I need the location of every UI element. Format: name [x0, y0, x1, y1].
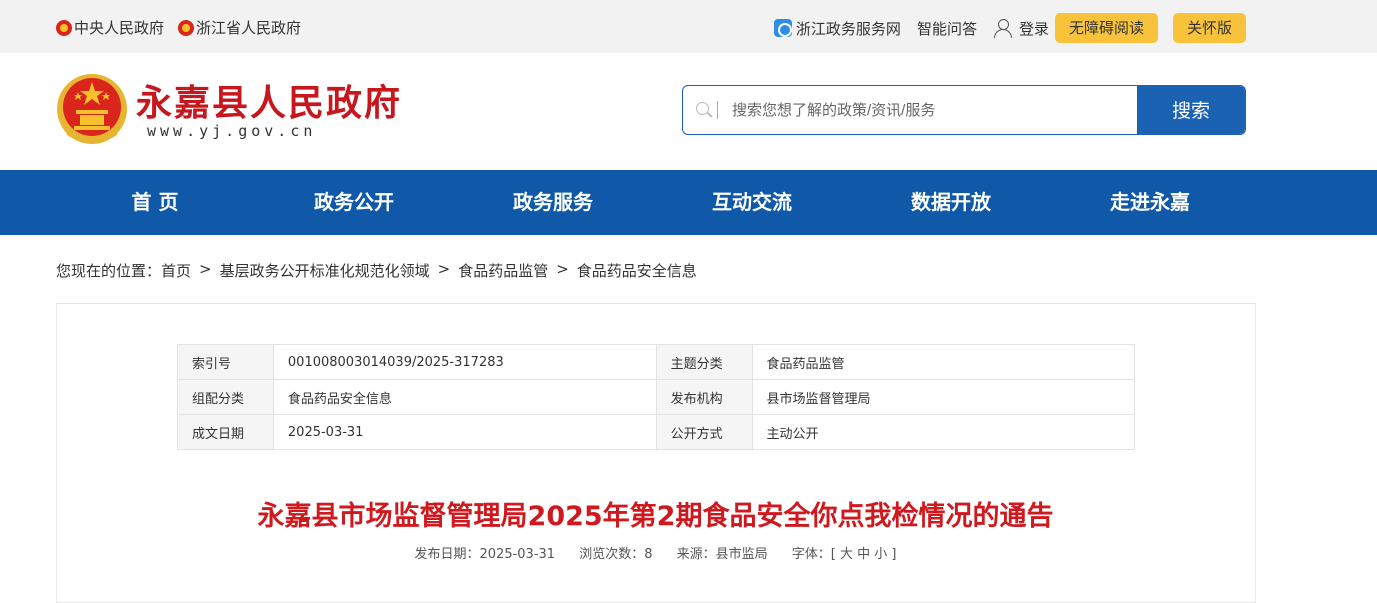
national-emblem-icon	[57, 74, 127, 144]
meta-key: 索引号	[177, 344, 274, 380]
breadcrumb-standardization[interactable]: 基层政务公开标准化规范化领域	[220, 260, 430, 281]
breadcrumb-prefix: 您现在的位置：	[56, 262, 162, 280]
meta-value: 食品药品监管	[751, 344, 1136, 380]
user-icon	[993, 19, 1013, 38]
nav-interaction[interactable]: 互动交流	[712, 170, 792, 235]
search-button[interactable]: 搜索	[1137, 86, 1245, 134]
meta-value: 主动公开	[751, 414, 1136, 450]
zwfw-label: 浙江政务服务网	[795, 19, 901, 38]
breadcrumb: 您现在的位置： 首页 > 基层政务公开标准化规范化领域 > 食品药品监管 > 食…	[56, 260, 697, 281]
national-emblem-icon	[56, 19, 72, 36]
national-emblem-icon	[178, 19, 195, 36]
breadcrumb-food-drug-safety[interactable]: 食品药品安全信息	[577, 260, 697, 281]
publish-date: 发布日期：2025-03-31	[414, 547, 556, 562]
meta-value: 食品药品安全信息	[272, 379, 657, 415]
top-links-right: 浙江政务服务网 智能问答 登录 无障碍阅读 关怀版	[773, 13, 1246, 43]
central-gov-link[interactable]: 中央人民政府	[56, 17, 164, 38]
site-title[interactable]: 永嘉县人民政府	[136, 74, 402, 126]
search-box: 搜索	[682, 85, 1246, 135]
zhejiang-gov-label: 浙江省人民政府	[196, 19, 302, 37]
main-nav: 首 页 政务公开 政务服务 互动交流 数据开放 走进永嘉	[0, 170, 1377, 235]
meta-key: 发布机构	[655, 379, 753, 415]
meta-key: 公开方式	[655, 414, 753, 450]
font-size-control[interactable]: 字体：[ 大 中 小 ]	[792, 547, 897, 562]
zwfw-link[interactable]: 浙江政务服务网	[773, 18, 901, 39]
top-bar: 中央人民政府 浙江省人民政府 浙江政务服务网 智能问答 登录 无障碍阅读 关怀版	[0, 0, 1377, 53]
meta-value: 县市场监督管理局	[751, 379, 1136, 415]
login-link[interactable]: 登录	[993, 18, 1049, 39]
nav-about-yongjia[interactable]: 走进永嘉	[1110, 170, 1190, 235]
meta-value: 2025-03-31	[272, 414, 657, 450]
site-url: www.yj.gov.cn	[147, 122, 317, 140]
zwfw-logo-icon	[773, 19, 792, 37]
breadcrumb-separator: >	[199, 260, 212, 278]
breadcrumb-separator: >	[556, 260, 569, 278]
care-mode-button[interactable]: 关怀版	[1172, 13, 1246, 43]
search-icon	[683, 86, 717, 134]
accessible-reading-button[interactable]: 无障碍阅读	[1054, 13, 1158, 43]
article-source: 来源：县市监局	[676, 547, 768, 562]
nav-gov-services[interactable]: 政务服务	[513, 170, 593, 235]
table-row: 成文日期 2025-03-31 公开方式 主动公开	[177, 414, 1136, 450]
central-gov-label: 中央人民政府	[74, 19, 165, 37]
table-row: 组配分类 食品药品安全信息 发布机构 县市场监督管理局	[177, 379, 1136, 415]
meta-value: 001008003014039/2025-317283	[272, 344, 657, 380]
view-count: 浏览次数：8	[579, 547, 653, 562]
nav-home[interactable]: 首 页	[132, 170, 179, 235]
smart-qa-link[interactable]: 智能问答	[917, 18, 977, 39]
meta-key: 组配分类	[177, 379, 274, 415]
table-row: 索引号 001008003014039/2025-317283 主题分类 食品药…	[177, 344, 1136, 380]
nav-open-data[interactable]: 数据开放	[911, 170, 991, 235]
article-title: 永嘉县市场监督管理局2025年第2期食品安全你点我检情况的通告	[257, 501, 1054, 532]
meta-key: 主题分类	[655, 344, 753, 380]
top-links-left: 中央人民政府 浙江省人民政府	[56, 17, 315, 38]
breadcrumb-home[interactable]: 首页	[161, 260, 191, 281]
breadcrumb-separator: >	[437, 260, 451, 278]
search-input[interactable]	[732, 86, 1137, 134]
article-meta: 发布日期：2025-03-31 浏览次数：8 来源：县市监局 字体：[ 大 中 …	[0, 543, 1311, 562]
login-label: 登录	[1018, 19, 1049, 38]
metadata-table: 索引号 001008003014039/2025-317283 主题分类 食品药…	[177, 344, 1136, 450]
nav-gov-affairs-open[interactable]: 政务公开	[314, 170, 394, 235]
meta-key: 成文日期	[177, 414, 274, 450]
zhejiang-gov-link[interactable]: 浙江省人民政府	[178, 17, 301, 38]
breadcrumb-food-drug[interactable]: 食品药品监管	[458, 260, 548, 281]
